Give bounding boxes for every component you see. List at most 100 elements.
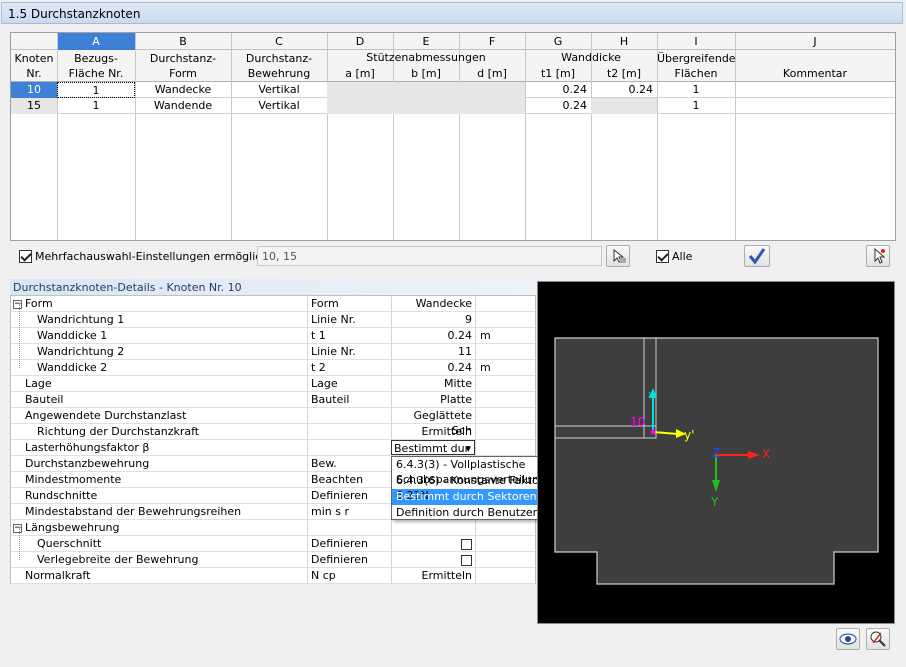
details-tree: − Form Form Wandecke Wandrichtung 1 Linie Nr.… [10,295,536,584]
detail-value[interactable] [391,520,475,536]
detail-row[interactable]: Wandrichtung 2 Linie Nr. 11 [11,344,535,360]
multi-select-input[interactable]: 10, 15 [257,246,602,266]
cell-kommentar[interactable] [735,98,895,114]
cell-t1[interactable]: 0.24 [525,82,591,98]
detail-value[interactable]: Ermitteln [391,424,475,440]
detail-unit: m [475,360,535,376]
checkbox[interactable] [461,554,472,566]
detail-row[interactable]: Wanddicke 2 t 2 0.24 m [11,360,535,376]
column-letter-F[interactable]: F [459,34,525,49]
detail-row[interactable]: Angewendete Durchstanzlast Geglättete Sch [11,408,535,437]
detail-row[interactable]: Richtung der Durchstanzkraft Ermitteln [11,424,535,440]
detail-unit [475,296,535,312]
table-row[interactable]: 15 1 Wandende Vertikal 0.24 1 [11,98,895,114]
header-gh_group: Wanddicke [561,51,621,64]
tree-line [19,528,20,560]
detail-label: Lage [25,377,52,390]
detail-row[interactable]: Bauteil Bauteil Platte [11,392,535,408]
detail-value[interactable]: Wandecke [391,296,475,312]
column-letter-D[interactable]: D [327,34,393,49]
detail-label: Angewendete Durchstanzlast [25,409,187,422]
column-letter-H[interactable]: H [591,34,657,49]
select-in-graphic-button[interactable] [866,245,890,267]
cell-t1[interactable]: 0.24 [525,98,591,114]
detail-label-cell: Wanddicke 2 [37,360,107,376]
detail-row[interactable]: − Form Form Wandecke [11,296,535,312]
checkmark-icon [748,248,766,265]
detail-unit [475,392,535,408]
column-letter-E[interactable]: E [393,34,459,49]
cell-d[interactable] [459,98,525,114]
header-g: t1 [m] [540,67,576,80]
detail-label-cell: Rundschnitte [25,488,97,504]
detail-label: Rundschnitte [25,489,98,502]
detail-row[interactable]: Lasterhöhungsfaktor β Bestimmt dur ▾ [11,440,535,456]
apply-button[interactable] [744,245,770,267]
header-j: Kommentar [782,67,848,80]
beta-combobox[interactable]: Bestimmt dur ▾ [391,440,475,455]
detail-row[interactable]: Wandrichtung 1 Linie Nr. 9 [11,312,535,328]
cell-t2[interactable]: 0.24 [591,82,657,98]
column-letter-J[interactable]: J [735,34,895,49]
detail-unit [475,568,535,584]
cell-flaechen[interactable]: 1 [657,82,735,98]
column-letter-A[interactable]: A [57,34,135,49]
column-letter-C[interactable]: C [231,34,327,49]
header-c: Durchstanz- Bewehrung [245,52,313,80]
header-i: Übergreifende Flächen [657,52,736,80]
cell-nr[interactable]: 10 [11,82,57,98]
detail-value[interactable]: 0.24 [391,328,475,344]
cell-flaeche[interactable]: 1 [57,82,135,98]
detail-value[interactable]: 0.24 [391,360,475,376]
detail-label-cell: Durchstanzbewehrung [25,456,149,472]
detail-value[interactable]: Platte [391,392,475,408]
detail-label-cell: Mindestabstand der Bewehrungsreihen [25,504,241,520]
cell-kommentar[interactable] [735,82,895,98]
global-y-axis-label: Y [711,495,719,509]
detail-row[interactable]: − Längsbewehrung [11,520,535,536]
detail-value[interactable]: Mitte [391,376,475,392]
cell-bewehrung[interactable]: Vertikal [231,98,327,114]
detail-row[interactable]: Wanddicke 1 t 1 0.24 m [11,328,535,344]
pick-nodes-button[interactable] [606,245,630,267]
cell-flaeche[interactable]: 1 [57,98,135,114]
detail-value[interactable]: 11 [391,344,475,360]
cell-t2[interactable] [591,98,657,114]
checkbox[interactable] [461,538,472,550]
detail-label-cell: Lage [25,376,52,392]
detail-label-cell: Wanddicke 1 [37,328,107,344]
cell-bewehrung[interactable]: Vertikal [231,82,327,98]
table-row[interactable]: 10 1 Wandecke Vertikal 0.24 0.24 1 [11,82,895,98]
pointer-select-icon [874,247,886,264]
view-button[interactable] [836,628,860,650]
detail-row[interactable]: Querschnitt Definieren [11,536,535,552]
alle-checkbox[interactable] [656,249,669,263]
detail-checkbox-cell[interactable] [391,552,475,568]
collapse-icon[interactable]: − [13,523,22,533]
detail-checkbox-cell[interactable] [391,536,475,552]
detail-value[interactable]: 9 [391,312,475,328]
cell-flaechen[interactable]: 1 [657,98,735,114]
detail-unit [475,376,535,392]
detail-row[interactable]: Lage Lage Mitte [11,376,535,392]
multi-select-checkbox[interactable] [19,249,32,263]
cell-a[interactable] [327,82,393,98]
detail-value[interactable]: Ermitteln [391,568,475,584]
cell-form[interactable]: Wandende [135,98,231,114]
column-letter-G[interactable]: G [525,34,591,49]
cell-form[interactable]: Wandecke [135,82,231,98]
cell-a[interactable] [327,98,393,114]
zoom-reset-button[interactable] [866,628,890,650]
cell-b[interactable] [393,98,459,114]
column-letter-I[interactable]: I [657,34,735,49]
graphic-view[interactable]: 10 y' x X Y Z [537,281,895,624]
cell-nr[interactable]: 15 [11,98,57,114]
detail-value[interactable]: Geglättete Sch [391,408,475,437]
detail-row[interactable]: Normalkraft N cp Ermitteln [11,568,535,584]
cell-b[interactable] [393,82,459,98]
collapse-icon[interactable]: − [13,299,22,309]
detail-symbol: Form [307,296,391,312]
detail-row[interactable]: Verlegebreite der Bewehrung Definieren [11,552,535,568]
column-letter-B[interactable]: B [135,34,231,49]
cell-d[interactable] [459,82,525,98]
